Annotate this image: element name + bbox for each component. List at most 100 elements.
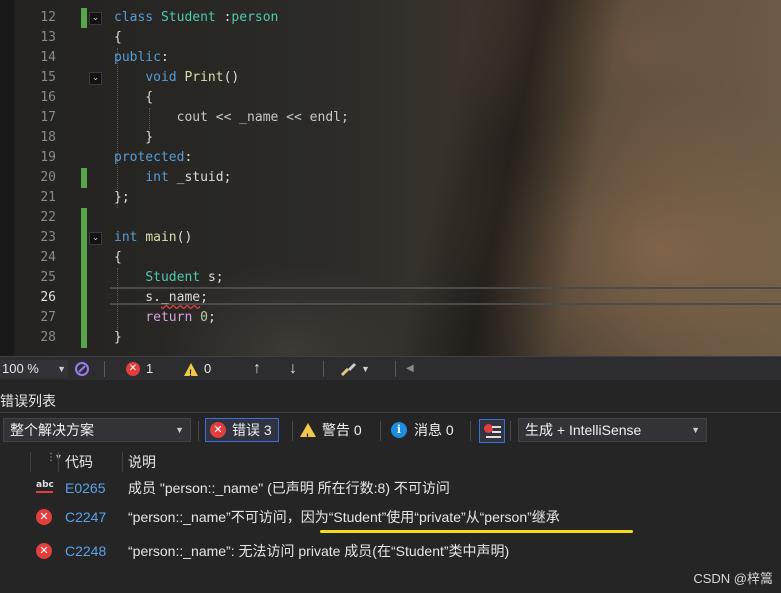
brush-icon[interactable]: ▼ bbox=[340, 361, 370, 377]
code-health-icon[interactable] bbox=[74, 361, 90, 377]
warning-count-indicator[interactable]: 0 bbox=[184, 361, 211, 381]
code-line[interactable]: 18 } bbox=[0, 128, 781, 148]
code-token: } bbox=[114, 130, 154, 145]
error-icon: ✕ bbox=[126, 362, 140, 376]
change-marker bbox=[81, 268, 87, 288]
error-row[interactable]: ✕ C2247 “person::_name”不可访问，因为“Student”使… bbox=[0, 504, 781, 530]
info-icon: i bbox=[391, 422, 407, 438]
code-line[interactable]: 17 cout << _name << endl; bbox=[0, 108, 781, 128]
error-list-panel: 错误列表 整个解决方案 ▼ ✕ 错误 3 警告 0 i 消息 0 生成 + In… bbox=[0, 380, 781, 593]
code-token: () bbox=[176, 230, 193, 245]
arrow-up-icon[interactable]: ↑ bbox=[253, 361, 261, 377]
error-description: 成员 "person::_name" (已声明 所在行数:8) 不可访问 bbox=[128, 480, 450, 496]
column-header-code[interactable]: 代码 bbox=[65, 450, 93, 474]
scope-dropdown[interactable]: 整个解决方案 ▼ bbox=[3, 418, 191, 442]
error-count: 1 bbox=[146, 361, 154, 376]
code-text: protected: bbox=[114, 148, 192, 168]
change-marker bbox=[81, 228, 87, 248]
code-line[interactable]: 28} bbox=[0, 328, 781, 348]
code-token: 0 bbox=[200, 310, 208, 325]
warning-icon bbox=[184, 362, 198, 381]
error-list-toolbar: 整个解决方案 ▼ ✕ 错误 3 警告 0 i 消息 0 生成 + Intelli… bbox=[0, 416, 781, 449]
error-icon: ✕ bbox=[210, 422, 226, 438]
code-line[interactable]: 22 bbox=[0, 208, 781, 228]
code-token: protected bbox=[114, 150, 185, 165]
code-token: { bbox=[114, 250, 122, 265]
chevron-down-icon: ▼ bbox=[57, 364, 66, 374]
code-text: int main() bbox=[114, 228, 192, 248]
code-line[interactable]: 27 return 0; bbox=[0, 308, 781, 328]
code-token: public bbox=[114, 50, 161, 65]
scroll-left-icon[interactable]: ◀ bbox=[406, 361, 414, 377]
error-count-indicator[interactable]: ✕ 1 bbox=[126, 361, 153, 377]
build-intellisense-dropdown[interactable]: 生成 + IntelliSense ▼ bbox=[518, 418, 707, 442]
error-row[interactable]: abc E0265 成员 "person::_name" (已声明 所在行数:8… bbox=[0, 475, 781, 501]
code-token: ; bbox=[200, 290, 208, 305]
code-token: return bbox=[145, 310, 201, 325]
code-text: int _stuid; bbox=[114, 168, 231, 188]
code-token: : bbox=[215, 10, 232, 25]
code-text: } bbox=[114, 128, 153, 148]
divider bbox=[104, 361, 105, 377]
line-number: 15 bbox=[40, 70, 56, 85]
divider bbox=[0, 412, 781, 413]
divider bbox=[380, 421, 381, 441]
code-editor[interactable]: 12 ⌄ class Student :person 13{14 public: 15 ⌄ … bbox=[0, 0, 781, 356]
fold-toggle-icon[interactable]: ⌄ bbox=[89, 232, 102, 245]
editor-status-strip: 100 % ▼ ✕ 1 0 ↑ ↓ ▼ ◀ bbox=[0, 356, 781, 381]
error-description: “person::_name”不可访问，因为“Student”使用“privat… bbox=[128, 509, 560, 525]
build-filter-value: 生成 + IntelliSense bbox=[525, 422, 642, 438]
code-token: int bbox=[114, 230, 146, 245]
code-text: { bbox=[114, 248, 122, 268]
divider bbox=[58, 452, 59, 472]
code-line[interactable]: 24 { bbox=[0, 248, 781, 268]
error-row[interactable]: ✕ C2248 “person::_name”: 无法访问 private 成员… bbox=[0, 538, 781, 564]
error-icon: ✕ bbox=[36, 543, 52, 559]
column-header-description[interactable]: 说明 bbox=[128, 450, 156, 474]
code-line[interactable]: 19 protected: bbox=[0, 148, 781, 168]
code-token: Print bbox=[184, 70, 224, 85]
code-token: void bbox=[145, 70, 185, 85]
code-text: class Student :person bbox=[114, 8, 278, 28]
code-line[interactable]: 15 ⌄ void Print() bbox=[0, 68, 781, 88]
error-code[interactable]: C2247 bbox=[65, 504, 106, 530]
code-token: cout << _name << endl; bbox=[114, 110, 349, 125]
zoom-value: 100 % bbox=[2, 361, 39, 376]
error-code[interactable]: E0265 bbox=[65, 475, 105, 501]
code-line[interactable]: 16 { bbox=[0, 88, 781, 108]
line-number: 28 bbox=[40, 330, 56, 345]
warnings-filter-button[interactable]: 警告 0 bbox=[300, 418, 362, 449]
code-line[interactable]: 20 int _stuid; bbox=[0, 168, 781, 188]
code-token: main bbox=[145, 230, 177, 245]
code-line[interactable]: 25 Student s; bbox=[0, 268, 781, 288]
line-number: 26 bbox=[40, 290, 56, 305]
line-number: 18 bbox=[40, 130, 56, 145]
errors-filter-button[interactable]: ✕ 错误 3 bbox=[205, 418, 279, 442]
code-token: Student bbox=[145, 270, 208, 285]
fold-toggle-icon[interactable]: ⌄ bbox=[89, 72, 102, 85]
code-line[interactable]: 23 ⌄ int main() bbox=[0, 228, 781, 248]
code-line[interactable]: 14 public: bbox=[0, 48, 781, 68]
divider bbox=[292, 421, 293, 441]
change-marker bbox=[81, 8, 87, 28]
line-number: 21 bbox=[40, 190, 56, 205]
code-line[interactable]: 21}; bbox=[0, 188, 781, 208]
divider bbox=[122, 452, 123, 472]
filter-current-document-icon[interactable] bbox=[479, 419, 505, 443]
line-number: 20 bbox=[40, 170, 56, 185]
code-line[interactable]: 12 ⌄ class Student :person bbox=[0, 8, 781, 28]
arrow-down-icon[interactable]: ↓ bbox=[289, 361, 297, 377]
code-line[interactable]: 13 { bbox=[0, 28, 781, 48]
code-token: s. bbox=[114, 290, 161, 305]
code-token: { bbox=[114, 30, 122, 45]
code-token: _name bbox=[160, 290, 201, 305]
zoom-dropdown[interactable]: 100 % ▼ bbox=[0, 360, 68, 378]
error-code[interactable]: C2248 bbox=[65, 538, 106, 564]
messages-filter-button[interactable]: i 消息 0 bbox=[391, 418, 454, 442]
fold-toggle-icon[interactable]: ⌄ bbox=[89, 12, 102, 25]
divider bbox=[30, 452, 31, 472]
code-line[interactable]: 26 s._name; bbox=[0, 288, 781, 308]
